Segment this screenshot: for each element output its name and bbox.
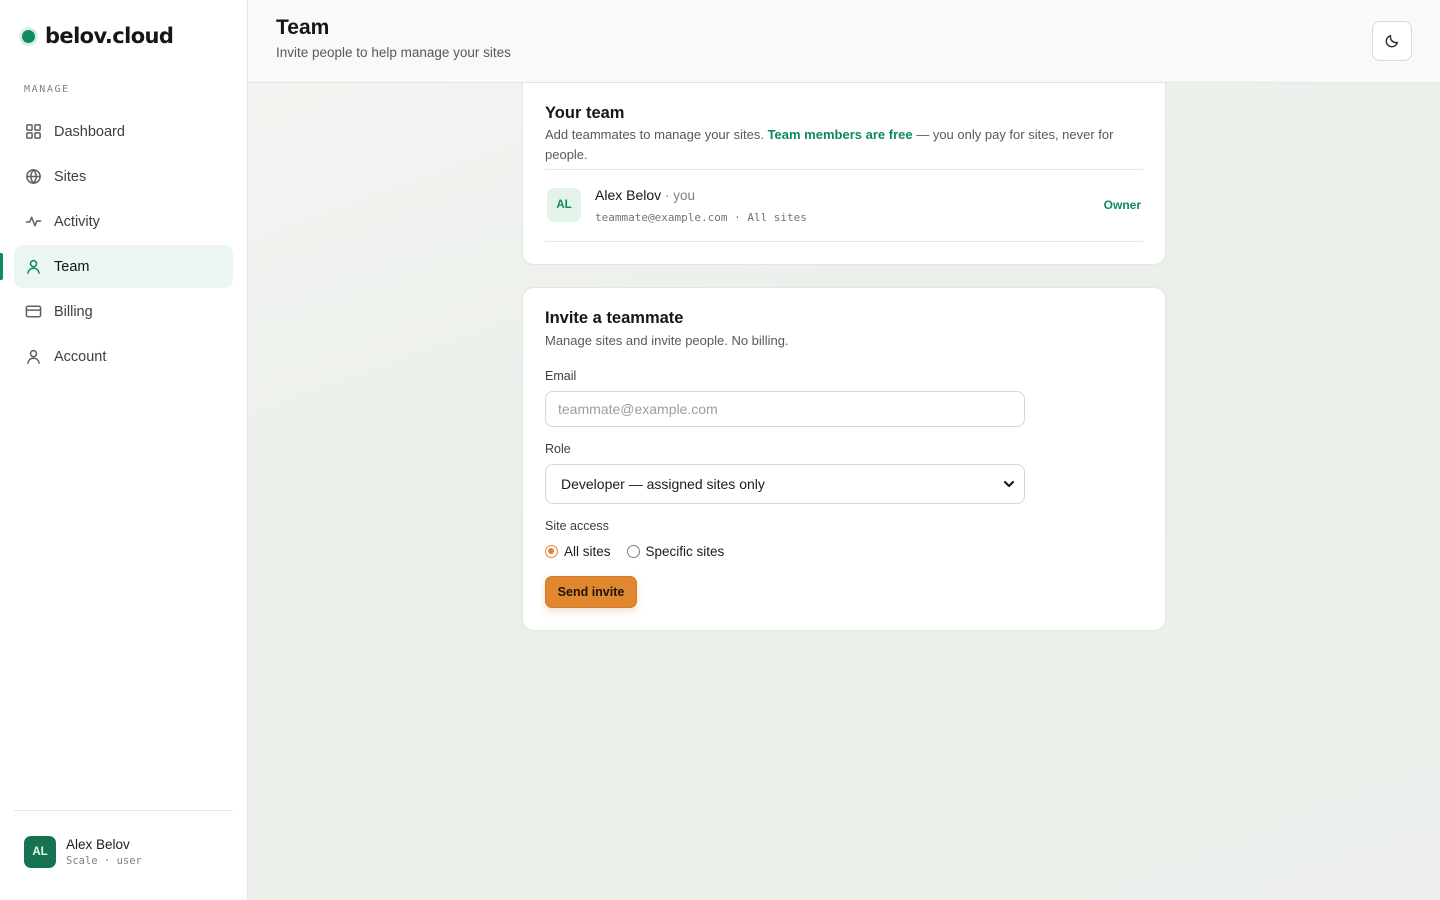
page-header: Team Invite people to help manage your s… <box>248 0 1440 83</box>
dashboard-icon <box>25 123 42 140</box>
brand-dot-icon <box>22 29 35 43</box>
sidebar-item-dashboard[interactable]: Dashboard <box>14 110 233 153</box>
card-description: Add teammates to manage your sites. Team… <box>545 125 1125 165</box>
brand-name: belov.cloud <box>45 24 174 48</box>
user-plan: Scale · user <box>66 855 142 867</box>
role-select-value: Developer — assigned sites only <box>561 476 765 492</box>
theme-toggle-button[interactable] <box>1372 21 1412 61</box>
radio-label: All sites <box>564 544 611 559</box>
email-label: Email <box>545 369 577 383</box>
sidebar-item-label: Team <box>54 258 90 275</box>
radio-all-sites[interactable]: All sites <box>545 544 611 559</box>
your-team-card: Your team Add teammates to manage your s… <box>522 83 1166 265</box>
member-name: Alex Belov · you <box>595 187 695 203</box>
sidebar-item-account[interactable]: Account <box>14 335 233 378</box>
chevron-down-icon <box>1003 480 1015 488</box>
page-title: Team <box>276 16 330 39</box>
avatar: AL <box>24 836 56 868</box>
sidebar-item-sites[interactable]: Sites <box>14 155 233 198</box>
moon-icon <box>1385 34 1399 48</box>
role-label: Role <box>545 442 571 456</box>
activity-icon <box>25 213 42 230</box>
member-name-text: Alex Belov <box>595 187 662 203</box>
member-you-label: · you <box>665 188 696 203</box>
team-member-row: AL Alex Belov · you teammate@example.com… <box>545 169 1143 242</box>
member-role-badge: Owner <box>1103 198 1141 212</box>
desc-prefix: Add teammates to manage your sites. <box>545 127 764 142</box>
nav-section-label: MANAGE <box>24 84 70 95</box>
sidebar-nav: Dashboard Sites Activity Team Billing Ac… <box>0 110 233 380</box>
sidebar-item-label: Billing <box>54 303 93 320</box>
page-subtitle: Invite people to help manage your sites <box>276 45 511 60</box>
sidebar-item-label: Dashboard <box>54 123 125 140</box>
brand-logo[interactable]: belov.cloud <box>22 22 174 50</box>
main-content: Your team Add teammates to manage your s… <box>248 83 1440 900</box>
radio-specific-sites[interactable]: Specific sites <box>626 544 725 559</box>
invite-card: Invite a teammate Manage sites and invit… <box>522 287 1166 631</box>
sidebar-item-team[interactable]: Team <box>0 245 233 288</box>
radio-checked-icon <box>545 545 558 558</box>
sidebar-divider <box>14 810 233 811</box>
avatar: AL <box>547 188 581 222</box>
sidebar-item-label: Account <box>54 348 107 365</box>
sidebar-item-label: Activity <box>54 213 100 230</box>
active-indicator <box>0 253 3 280</box>
card-description: Manage sites and invite people. No billi… <box>545 333 789 348</box>
radio-label: Specific sites <box>645 544 725 559</box>
sidebar-item-billing[interactable]: Billing <box>14 290 233 333</box>
user-icon <box>25 348 42 365</box>
user-icon <box>25 258 42 275</box>
site-access-radio-group: All sites Specific sites <box>545 544 724 559</box>
current-user-card[interactable]: AL Alex Belov Scale · user <box>24 836 142 868</box>
email-field[interactable] <box>545 391 1025 427</box>
globe-icon <box>25 168 42 185</box>
radio-unchecked-icon <box>626 545 640 558</box>
card-title: Your team <box>545 104 625 122</box>
user-name: Alex Belov <box>66 837 130 852</box>
role-select[interactable]: Developer — assigned sites only <box>545 464 1025 504</box>
desc-highlight: Team members are free <box>767 127 913 142</box>
site-access-label: Site access <box>545 519 609 533</box>
sidebar-item-activity[interactable]: Activity <box>14 200 233 243</box>
sidebar-item-label: Sites <box>54 168 87 185</box>
card-title: Invite a teammate <box>545 309 684 327</box>
member-meta: teammate@example.com · All sites <box>595 211 807 224</box>
sidebar: belov.cloud MANAGE Dashboard Sites Activ… <box>0 0 248 900</box>
credit-card-icon <box>25 303 42 320</box>
send-invite-button[interactable]: Send invite <box>545 576 637 608</box>
